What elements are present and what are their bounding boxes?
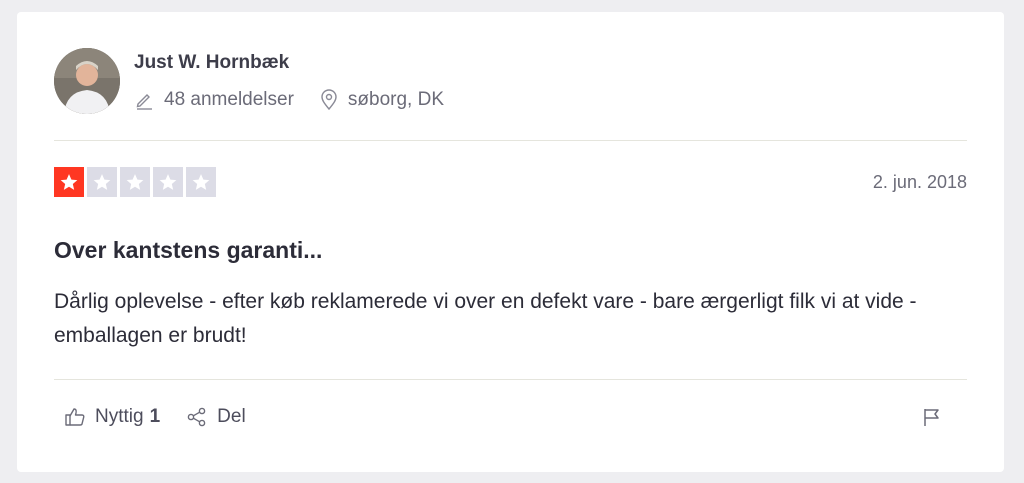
review-card: Just W. Hornbæk 48 anmeldelser søborg, D…: [17, 12, 1004, 472]
star-icon: [87, 167, 117, 197]
review-date: 2. jun. 2018: [872, 171, 967, 192]
reviews-count: 48 anmeldelser: [134, 89, 294, 111]
star-rating: [54, 167, 219, 197]
reviewer-name[interactable]: Just W. Hornbæk: [134, 51, 470, 75]
reviewer-header: Just W. Hornbæk 48 anmeldelser søborg, D…: [54, 48, 470, 114]
useful-button[interactable]: Nyttig 1: [64, 406, 160, 428]
share-icon: [187, 407, 206, 427]
reviews-count-label: 48 anmeldelser: [164, 89, 294, 110]
reviewer-location: søborg, DK: [320, 89, 444, 111]
star-icon: [153, 167, 183, 197]
rating-row: 2. jun. 2018: [54, 167, 967, 197]
divider: [54, 140, 967, 141]
review-title[interactable]: Over kantstens garanti...: [54, 237, 322, 264]
share-button[interactable]: Del: [186, 406, 246, 428]
useful-label: Nyttig: [95, 406, 144, 427]
pencil-icon: [136, 94, 152, 110]
thumbs-up-icon: [65, 408, 85, 426]
report-button[interactable]: [921, 406, 943, 433]
useful-count: 1: [149, 406, 161, 427]
location-pin-icon: [321, 89, 337, 111]
location-label: søborg, DK: [347, 89, 445, 110]
star-icon: [186, 167, 216, 197]
review-actions: Nyttig 1 Del: [64, 406, 967, 428]
share-label: Del: [217, 406, 246, 427]
avatar[interactable]: [54, 48, 120, 114]
review-body: Dårlig oplevelse - efter køb reklamerede…: [54, 290, 917, 347]
star-icon: [54, 167, 84, 197]
flag-icon: [924, 409, 939, 426]
star-icon: [120, 167, 150, 197]
divider: [54, 379, 967, 380]
